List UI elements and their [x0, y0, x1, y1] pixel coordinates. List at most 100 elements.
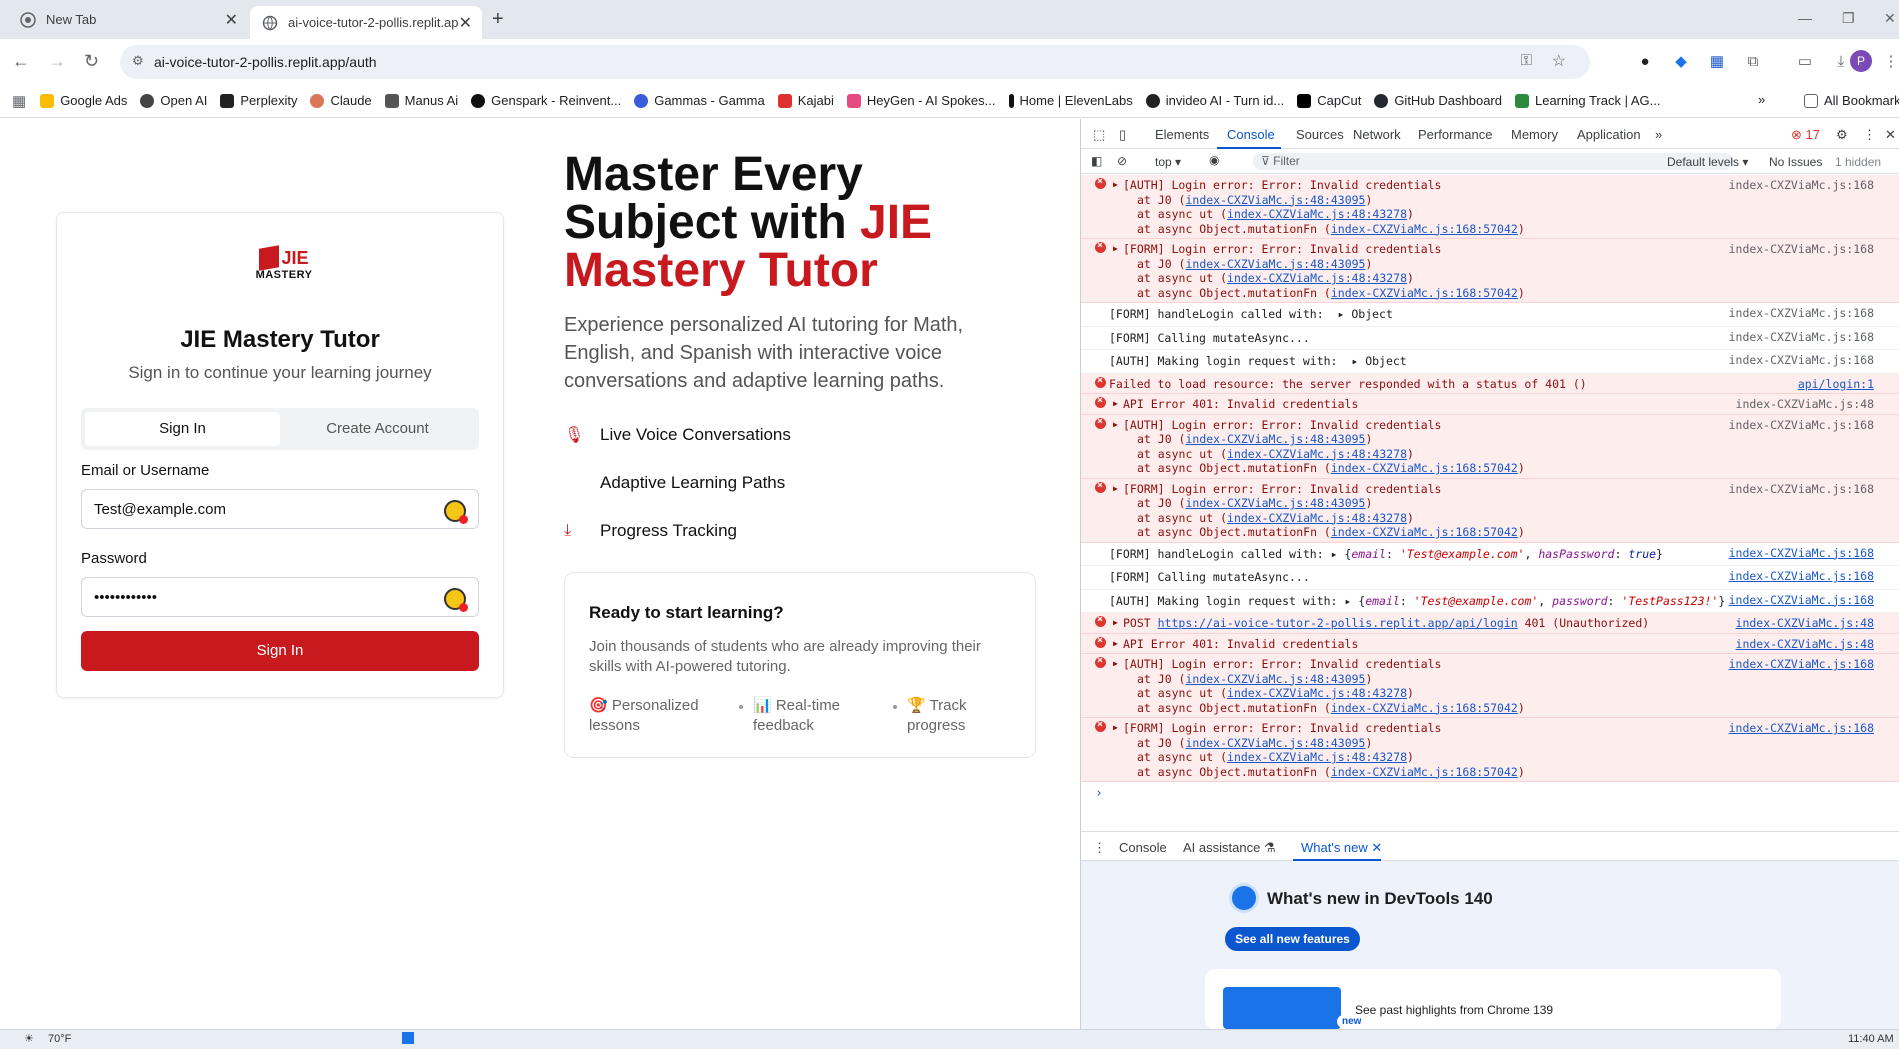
tab-performance[interactable]: Performance [1418, 127, 1492, 142]
tab-application[interactable]: Application [1577, 127, 1641, 142]
close-icon[interactable]: ✕ [459, 13, 472, 33]
tab-create-account[interactable]: Create Account [280, 412, 475, 446]
console-error-entry[interactable]: ▶ [FORM] Login error: Error: Invalid cre… [1081, 718, 1899, 782]
console-error-entry[interactable]: ▶ [FORM] Login error: Error: Invalid cre… [1081, 478, 1899, 543]
drawer-menu-icon[interactable]: ⋮ [1093, 840, 1106, 856]
console-log-entry[interactable]: [FORM] handleLogin called with: ▸ {email… [1081, 543, 1899, 566]
expand-triangle-icon[interactable]: ▶ [1113, 482, 1118, 497]
console-log-entry[interactable]: [AUTH] Making login request with: ▸ {ema… [1081, 590, 1899, 613]
password-field[interactable]: •••••••••••• [81, 577, 479, 617]
tab-active-site[interactable]: ai-voice-tutor-2-pollis.replit.app ✕ [250, 6, 482, 39]
menu-icon[interactable]: ⋮ [1880, 50, 1899, 72]
past-highlights-card[interactable]: new See past highlights from Chrome 139 [1205, 969, 1781, 1029]
see-all-features-button[interactable]: See all new features [1225, 927, 1360, 951]
profile-avatar[interactable]: P [1850, 50, 1872, 72]
bookmark-star-icon[interactable]: ☆ [1552, 51, 1566, 71]
settings-gear-icon[interactable]: ⚙ [1836, 127, 1848, 143]
bookmark-item[interactable]: GitHub Dashboard [1374, 93, 1502, 108]
console-log-entry[interactable]: [AUTH] Making login request with: ▸ Obje… [1081, 350, 1899, 374]
sign-in-button[interactable]: Sign In [81, 631, 479, 671]
console-error-entry[interactable]: Failed to load resource: the server resp… [1081, 373, 1899, 394]
expand-triangle-icon[interactable]: ▶ [1113, 242, 1118, 257]
bookmark-item[interactable]: Kajabi [777, 93, 834, 108]
tab-sources[interactable]: Sources [1296, 127, 1344, 142]
console-filter-input[interactable]: ⊽ Filter [1253, 153, 1733, 170]
expand-triangle-icon[interactable]: ▶ [1113, 178, 1118, 193]
close-icon[interactable]: ✕ [225, 10, 238, 30]
site-info-icon[interactable]: ⚙ [132, 53, 144, 69]
email-field[interactable]: Test@example.com [81, 489, 479, 529]
bookmark-item[interactable]: invideo AI - Turn id... [1145, 93, 1284, 108]
console-error-entry[interactable]: ▶ POST https://ai-voice-tutor-2-pollis.r… [1081, 613, 1899, 634]
expand-triangle-icon[interactable]: ▶ [1113, 657, 1118, 672]
clear-console-icon[interactable]: ⊘ [1117, 154, 1127, 168]
console-prompt[interactable]: › [1081, 782, 1899, 801]
bookmark-item[interactable]: Genspark - Reinvent... [471, 93, 621, 108]
tab-console[interactable]: Console [1227, 127, 1275, 142]
weather-temp[interactable]: 70°F [48, 1033, 71, 1045]
back-icon[interactable]: ← [12, 51, 30, 72]
minimize-icon[interactable]: — [1798, 10, 1812, 26]
console-log-entry[interactable]: [FORM] handleLogin called with: ▸ Object… [1081, 303, 1899, 327]
password-manager-icon[interactable] [444, 500, 468, 524]
error-count-badge[interactable]: ⊗ 17 [1791, 127, 1820, 143]
new-tab-button[interactable]: + [492, 8, 504, 31]
sidebar-toggle-icon[interactable]: ◧ [1091, 154, 1102, 168]
download-icon[interactable]: ⤓ [1830, 50, 1852, 72]
more-options-icon[interactable]: ⋮ [1863, 127, 1876, 143]
console-log-entry[interactable]: [FORM] Calling mutateAsync... index-CXZV… [1081, 327, 1899, 350]
restore-icon[interactable]: ❐ [1842, 10, 1855, 27]
extension-dark-icon[interactable]: ● [1634, 50, 1656, 72]
close-devtools-icon[interactable]: ✕ [1885, 127, 1896, 143]
extensions-puzzle-icon[interactable]: ⧉ [1742, 50, 1764, 72]
tab-network[interactable]: Network [1353, 127, 1401, 142]
bookmark-item[interactable]: Home | ElevenLabs [1008, 93, 1133, 108]
context-select[interactable]: top ▾ [1155, 155, 1181, 169]
close-window-icon[interactable]: ✕ [1884, 10, 1896, 27]
expand-triangle-icon[interactable]: ▶ [1113, 418, 1118, 433]
bookmark-item[interactable]: CapCut [1297, 93, 1361, 108]
device-toolbar-icon[interactable]: ▯ [1119, 127, 1126, 143]
bookmark-item[interactable]: Gammas - Gamma [634, 93, 765, 108]
tab-sign-in[interactable]: Sign In [85, 412, 280, 446]
password-key-icon[interactable]: ⚿ [1521, 52, 1532, 69]
console-error-entry[interactable]: ▶ API Error 401: Invalid credentials ind… [1081, 633, 1899, 654]
extension-tag-icon[interactable]: ◆ [1670, 50, 1692, 72]
reload-icon[interactable]: ↻ [84, 51, 99, 72]
tab-elements[interactable]: Elements [1155, 127, 1209, 142]
expand-triangle-icon[interactable]: ▶ [1113, 397, 1118, 412]
console-log-entry[interactable]: [FORM] Calling mutateAsync... index-CXZV… [1081, 566, 1899, 590]
bookmark-item[interactable]: Learning Track | AG... [1514, 93, 1660, 108]
forward-icon[interactable]: → [48, 51, 66, 72]
bookmark-item[interactable]: HeyGen - AI Spokes... [846, 93, 996, 108]
tab-memory[interactable]: Memory [1511, 127, 1558, 142]
console-error-entry[interactable]: ▶ [AUTH] Login error: Error: Invalid cre… [1081, 414, 1899, 479]
bookmark-item[interactable]: Manus Ai [384, 93, 458, 108]
apps-grid-icon[interactable]: ▦ [12, 92, 26, 110]
tab-new-tab[interactable]: New Tab ✕ [8, 0, 248, 39]
drawer-tab-ai-assistance[interactable]: AI assistance ⚗ [1183, 840, 1276, 856]
bookmark-item[interactable]: Open AI [140, 93, 207, 108]
bookmark-item[interactable]: Perplexity [220, 93, 297, 108]
more-tabs-icon[interactable]: » [1655, 127, 1662, 142]
live-expression-eye-icon[interactable]: ◉ [1209, 153, 1219, 167]
clock[interactable]: 11:40 AM [1848, 1033, 1894, 1045]
drawer-tab-console[interactable]: Console [1119, 840, 1167, 855]
console-error-entry[interactable]: ▶ API Error 401: Invalid credentials ind… [1081, 394, 1899, 415]
address-bar[interactable]: ⚙ ai-voice-tutor-2-pollis.replit.app/aut… [120, 45, 1590, 79]
drawer-tab-whats-new[interactable]: What's new ✕ [1301, 840, 1382, 856]
console-error-entry[interactable]: ▶ [AUTH] Login error: Error: Invalid cre… [1081, 654, 1899, 718]
password-manager-icon[interactable] [444, 588, 468, 612]
bookmark-item[interactable]: Google Ads [40, 93, 127, 108]
extension-grid-icon[interactable]: ▦ [1706, 50, 1728, 72]
expand-triangle-icon[interactable]: ▶ [1113, 637, 1118, 652]
issues-indicator[interactable]: No Issues [1769, 155, 1822, 169]
bookmark-item[interactable]: Claude [310, 93, 372, 108]
inspect-icon[interactable]: ⬚ [1093, 127, 1105, 143]
console-error-entry[interactable]: ▶ [AUTH] Login error: Error: Invalid cre… [1081, 175, 1899, 239]
close-icon[interactable]: ✕ [1371, 840, 1382, 855]
more-bookmarks-icon[interactable]: » [1758, 92, 1765, 107]
expand-triangle-icon[interactable]: ▶ [1113, 616, 1118, 631]
log-levels-select[interactable]: Default levels ▾ [1667, 155, 1748, 169]
console-error-entry[interactable]: ▶ [FORM] Login error: Error: Invalid cre… [1081, 239, 1899, 303]
